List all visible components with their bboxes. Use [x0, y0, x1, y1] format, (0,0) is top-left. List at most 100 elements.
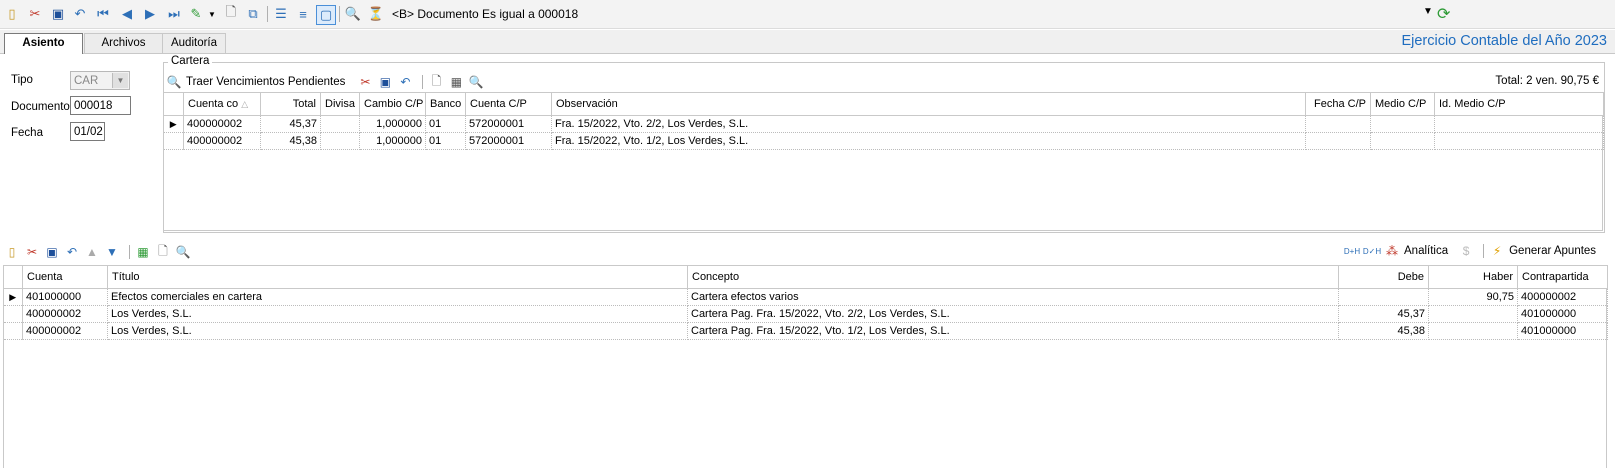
- calculator-icon[interactable]: ▦: [448, 74, 464, 90]
- search-icon[interactable]: 🔍: [175, 244, 191, 260]
- print-preview-icon[interactable]: 🗋: [155, 244, 171, 260]
- col-cuenta[interactable]: Cuenta: [22, 265, 108, 289]
- move-up-icon[interactable]: ▲: [84, 244, 100, 260]
- col-divisa[interactable]: Divisa: [320, 92, 360, 116]
- copy-icon[interactable]: ⧉: [244, 5, 262, 23]
- cell-titulo[interactable]: Los Verdes, S.L.: [107, 322, 688, 340]
- cell-concepto[interactable]: Cartera Pag. Fra. 15/2022, Vto. 2/2, Los…: [687, 305, 1339, 323]
- col-id-medio-cp[interactable]: Id. Medio C/P: [1434, 92, 1604, 116]
- cell-debe[interactable]: 45,37: [1338, 305, 1429, 323]
- cell-titulo[interactable]: Efectos comerciales en cartera: [107, 288, 688, 306]
- undo-icon[interactable]: ↶: [71, 5, 89, 23]
- cell-cuenta[interactable]: 400000002: [22, 322, 108, 340]
- cell-total[interactable]: 45,37: [260, 115, 321, 133]
- undo-icon[interactable]: ↶: [397, 74, 413, 90]
- documento-input[interactable]: 000018: [70, 96, 131, 115]
- lightning-icon[interactable]: ⚡: [1489, 243, 1505, 259]
- cell-cambio[interactable]: 1,000000: [359, 132, 426, 150]
- search-icon[interactable]: 🔍: [166, 74, 182, 90]
- cell-id-medio[interactable]: [1434, 115, 1604, 133]
- table-row[interactable]: 400000002 45,38 1,000000 01 572000001 Fr…: [163, 132, 1604, 150]
- row-selector[interactable]: [163, 132, 184, 150]
- new-icon[interactable]: ▯: [4, 244, 20, 260]
- cell-observacion[interactable]: Fra. 15/2022, Vto. 1/2, Los Verdes, S.L.: [551, 132, 1306, 150]
- search-icon[interactable]: 🔍: [468, 74, 484, 90]
- cell-cuenta[interactable]: 401000000: [22, 288, 108, 306]
- col-debe[interactable]: Debe: [1338, 265, 1429, 289]
- page-view-icon[interactable]: ▢: [316, 5, 336, 25]
- next-record-icon[interactable]: ▶: [141, 5, 159, 23]
- cell-cuenta-cp[interactable]: 572000001: [465, 115, 552, 133]
- table-row[interactable]: ▶ 400000002 45,37 1,000000 01 572000001 …: [163, 115, 1604, 133]
- col-cambio-cp[interactable]: Cambio C/P: [359, 92, 426, 116]
- cell-fecha-cp[interactable]: [1305, 132, 1371, 150]
- analitica-icon[interactable]: ⁂: [1384, 243, 1400, 259]
- cell-titulo[interactable]: Los Verdes, S.L.: [107, 305, 688, 323]
- cell-total[interactable]: 45,38: [260, 132, 321, 150]
- col-contrapartida[interactable]: Contrapartida: [1517, 265, 1608, 289]
- cut-icon[interactable]: ✂: [26, 5, 44, 23]
- table-row[interactable]: ▶ 401000000 Efectos comerciales en carte…: [3, 288, 1608, 306]
- cell-id-medio[interactable]: [1434, 132, 1604, 150]
- move-down-icon[interactable]: ▼: [104, 244, 120, 260]
- table-row[interactable]: 400000002 Los Verdes, S.L. Cartera Pag. …: [3, 305, 1608, 323]
- tab-archivos[interactable]: Archivos: [84, 33, 163, 53]
- traer-vencimientos-button[interactable]: Traer Vencimientos Pendientes: [186, 76, 345, 88]
- cell-concepto[interactable]: Cartera efectos varios: [687, 288, 1339, 306]
- cell-medio-cp[interactable]: [1370, 132, 1435, 150]
- list-view-icon[interactable]: ≡: [294, 5, 312, 23]
- col-haber[interactable]: Haber: [1428, 265, 1518, 289]
- cell-debe[interactable]: 45,38: [1338, 322, 1429, 340]
- last-record-icon[interactable]: ⏭: [165, 5, 183, 23]
- row-selector[interactable]: [3, 322, 23, 340]
- col-banco[interactable]: Banco: [425, 92, 466, 116]
- chevron-down-icon[interactable]: ▼: [112, 73, 128, 88]
- cell-haber[interactable]: 90,75: [1428, 288, 1518, 306]
- cell-cuenta[interactable]: 400000002: [183, 132, 261, 150]
- cell-haber[interactable]: [1428, 305, 1518, 323]
- tab-auditoria[interactable]: Auditoría: [162, 33, 226, 53]
- fecha-input[interactable]: 01/02: [70, 122, 105, 141]
- col-medio-cp[interactable]: Medio C/P: [1370, 92, 1435, 116]
- cut-icon[interactable]: ✂: [24, 244, 40, 260]
- filter-icon[interactable]: ⏳: [367, 5, 385, 23]
- cell-cambio[interactable]: 1,000000: [359, 115, 426, 133]
- generar-apuntes-button[interactable]: Generar Apuntes: [1509, 245, 1596, 257]
- current-row-icon[interactable]: ▶: [3, 288, 23, 306]
- debe-haber-check-icon[interactable]: D✓H: [1363, 243, 1381, 259]
- cell-haber[interactable]: [1428, 322, 1518, 340]
- undo-icon[interactable]: ↶: [64, 244, 80, 260]
- cell-concepto[interactable]: Cartera Pag. Fra. 15/2022, Vto. 1/2, Los…: [687, 322, 1339, 340]
- cell-debe[interactable]: [1338, 288, 1429, 306]
- cell-medio-cp[interactable]: [1370, 115, 1435, 133]
- new-icon[interactable]: ▯: [3, 5, 21, 23]
- save-icon[interactable]: ▣: [377, 74, 393, 90]
- first-record-icon[interactable]: ⏮: [94, 5, 112, 23]
- row-selector[interactable]: [3, 305, 23, 323]
- cell-contrapartida[interactable]: 401000000: [1517, 305, 1608, 323]
- col-fecha-cp[interactable]: Fecha C/P: [1305, 92, 1371, 116]
- currency-icon[interactable]: $: [1458, 243, 1474, 259]
- cell-fecha-cp[interactable]: [1305, 115, 1371, 133]
- debe-haber-add-icon[interactable]: D+H: [1344, 243, 1360, 259]
- spreadsheet-icon[interactable]: ▦: [135, 244, 151, 260]
- cell-banco[interactable]: 01: [425, 132, 466, 150]
- chevron-down-icon[interactable]: ▼: [203, 5, 221, 23]
- cell-cuenta-cp[interactable]: 572000001: [465, 132, 552, 150]
- filter-text[interactable]: <B> Documento Es igual a 000018: [392, 7, 578, 21]
- print-preview-icon[interactable]: 🗋: [222, 4, 240, 23]
- tipo-select[interactable]: CAR ▼: [70, 71, 130, 90]
- analitica-button[interactable]: Analítica: [1404, 245, 1448, 257]
- refresh-icon[interactable]: ⟳: [1437, 4, 1455, 23]
- table-row[interactable]: 400000002 Los Verdes, S.L. Cartera Pag. …: [3, 322, 1608, 340]
- save-icon[interactable]: ▣: [44, 244, 60, 260]
- current-row-icon[interactable]: ▶: [163, 115, 184, 133]
- filter-dropdown-icon[interactable]: ▼: [1423, 6, 1433, 17]
- search-icon[interactable]: 🔍: [344, 5, 362, 23]
- tab-asiento[interactable]: Asiento: [4, 33, 83, 54]
- cell-banco[interactable]: 01: [425, 115, 466, 133]
- cut-icon[interactable]: ✂: [357, 74, 373, 90]
- col-cuenta-cp[interactable]: Cuenta C/P: [465, 92, 552, 116]
- col-titulo[interactable]: Título: [107, 265, 688, 289]
- form-view-icon[interactable]: ☰: [272, 5, 290, 23]
